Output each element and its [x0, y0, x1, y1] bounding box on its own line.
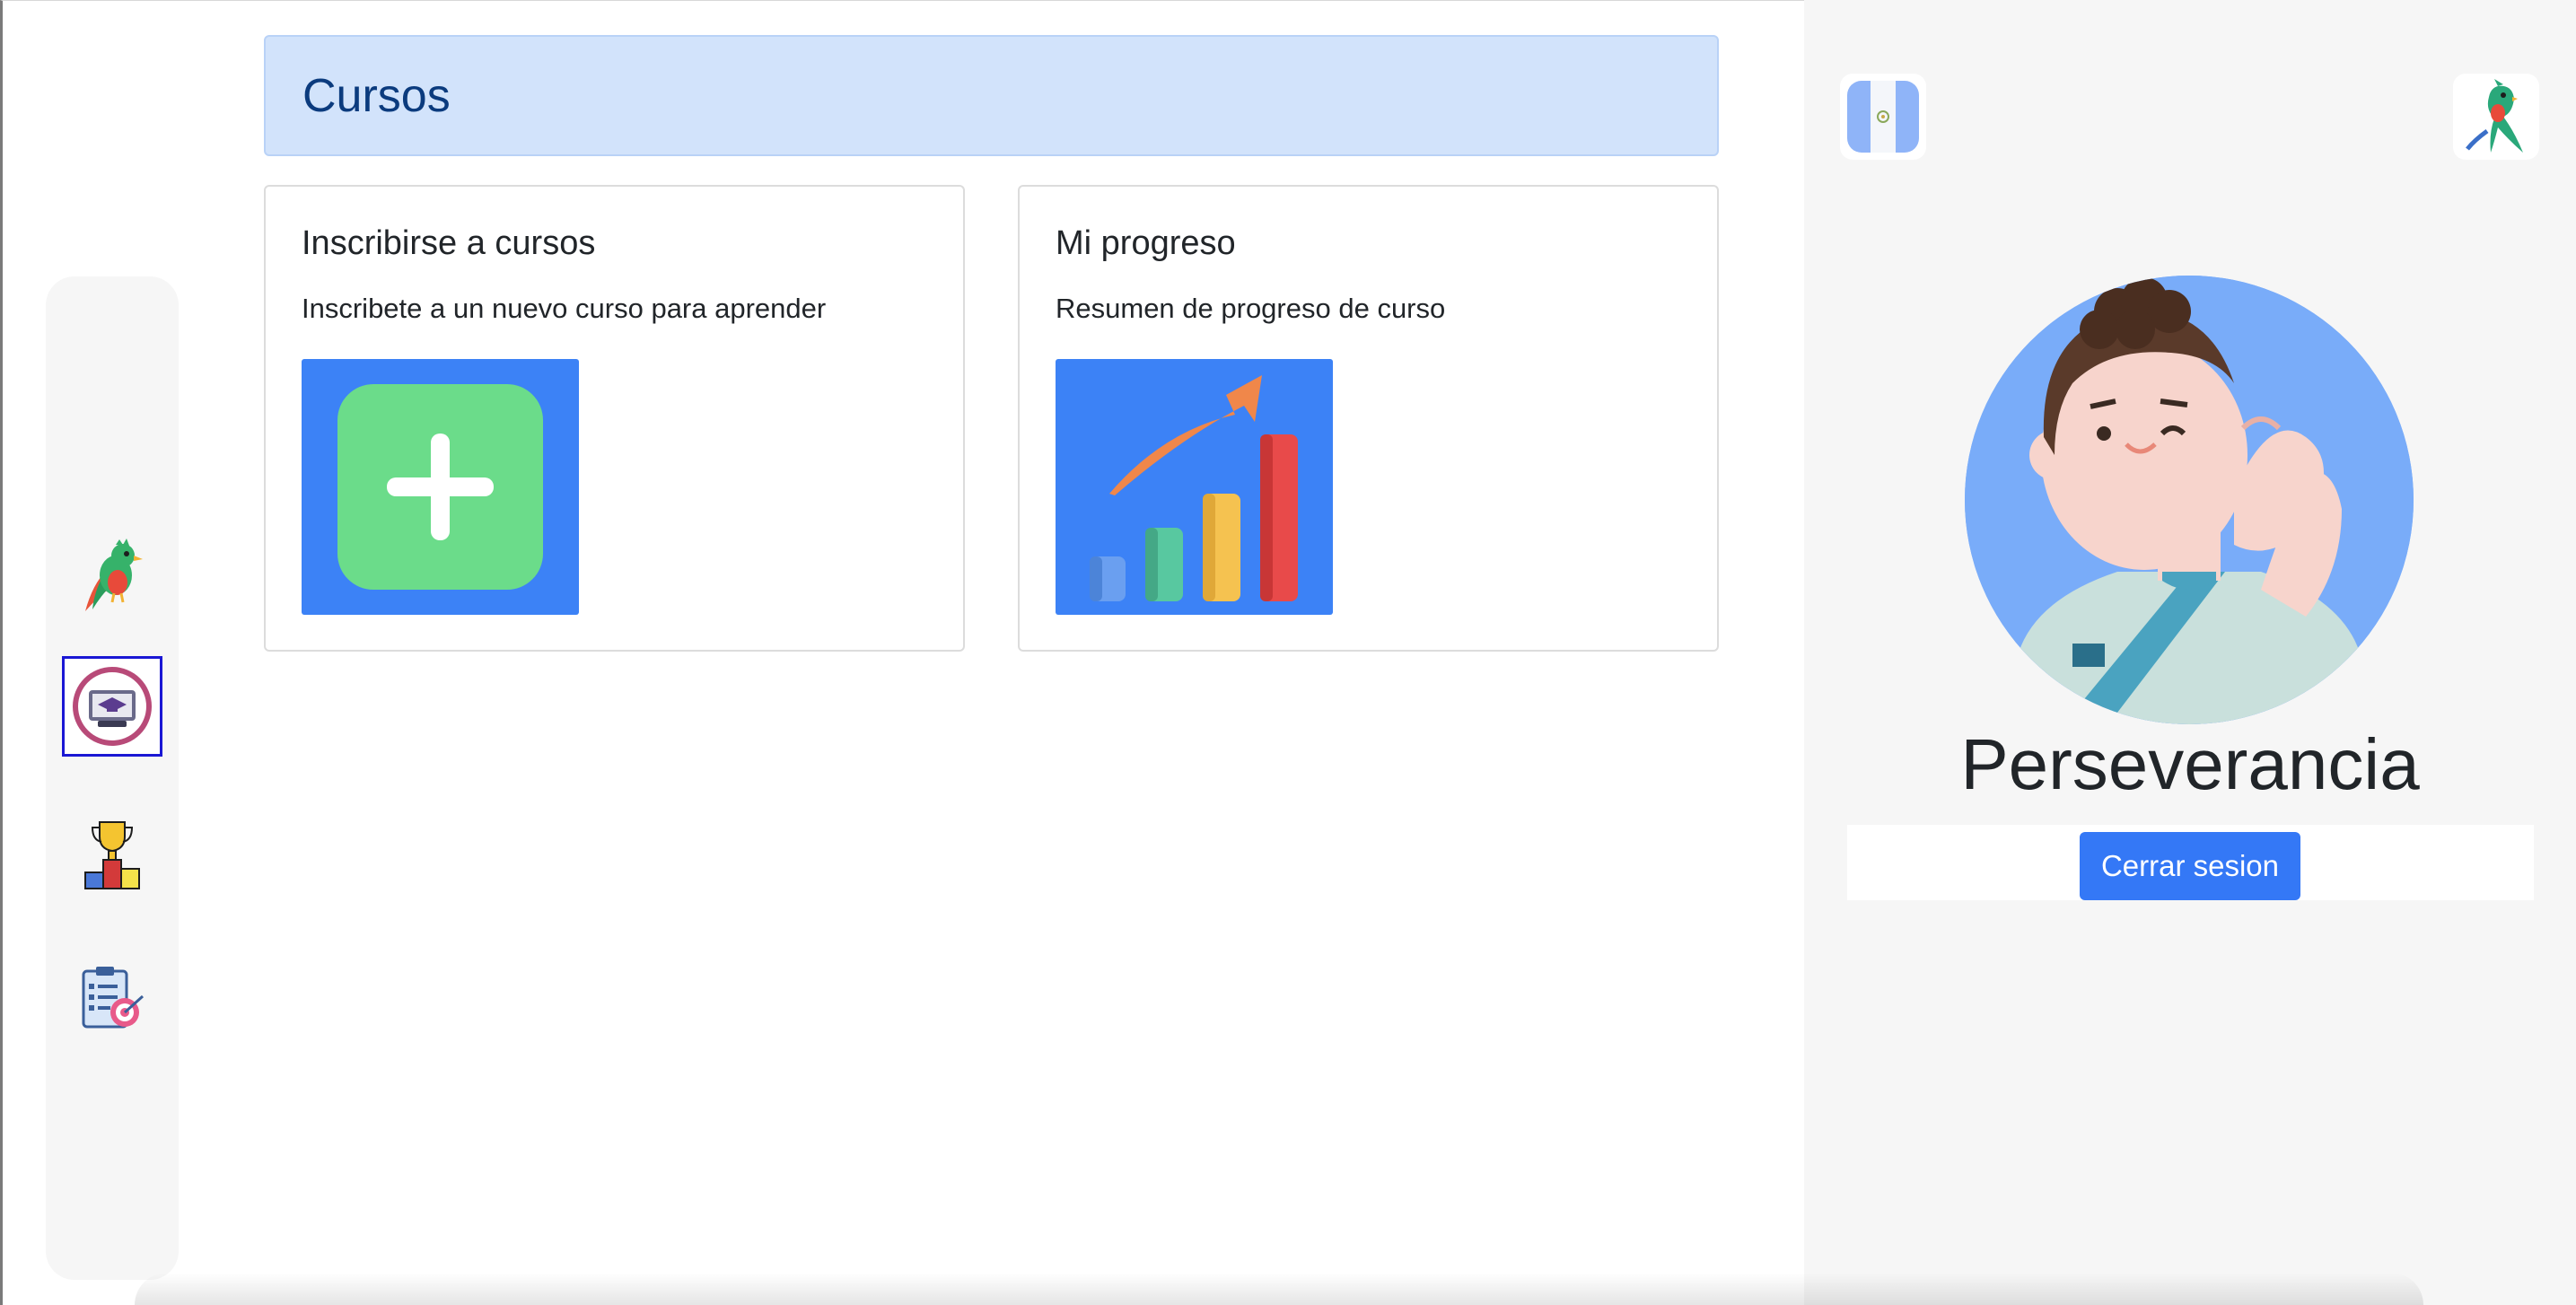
progress-image[interactable]	[1056, 359, 1333, 615]
card-description: Resumen de progreso de curso	[1056, 293, 1446, 324]
guatemala-flag-icon	[1847, 81, 1919, 153]
quetzal-bird-icon	[85, 539, 143, 611]
trophy-podium-icon	[84, 821, 140, 889]
card-description: Inscribete a un nuevo curso para aprende…	[302, 293, 827, 324]
graduation-cap-laptop-icon	[73, 667, 152, 746]
card-title: Mi progreso	[1056, 224, 1236, 262]
profile-username: Perseverancia	[1960, 724, 2420, 804]
progress-chart-icon	[1090, 375, 1298, 601]
quetzal-menu-button[interactable]	[2453, 74, 2539, 160]
my-progress-card[interactable]: Mi progreso Resumen de progreso de curso	[1018, 185, 1719, 652]
page-title: Cursos	[302, 69, 451, 122]
user-avatar	[1965, 276, 2414, 724]
sidebar-item-home[interactable]	[62, 525, 162, 626]
language-flag-button[interactable]	[1840, 74, 1926, 160]
logout-button[interactable]: Cerrar sesion	[2080, 832, 2300, 900]
sidebar-item-goals[interactable]	[62, 948, 162, 1048]
sidebar-item-rankings[interactable]	[62, 804, 162, 905]
student-avatar-illustration	[1965, 276, 2414, 724]
clipboard-target-icon	[82, 967, 145, 1029]
quetzal-bird-icon	[2466, 79, 2523, 153]
sidebar-item-courses[interactable]	[62, 656, 162, 757]
window-bottom-shadow	[135, 1273, 2423, 1305]
sidebar	[46, 276, 179, 1280]
enroll-course-image[interactable]	[302, 359, 579, 615]
enroll-courses-card[interactable]: Inscribirse a cursos Inscribete a un nue…	[264, 185, 965, 652]
page-header: Cursos	[264, 35, 1719, 156]
card-title: Inscribirse a cursos	[302, 224, 596, 262]
add-course-icon	[337, 384, 543, 590]
